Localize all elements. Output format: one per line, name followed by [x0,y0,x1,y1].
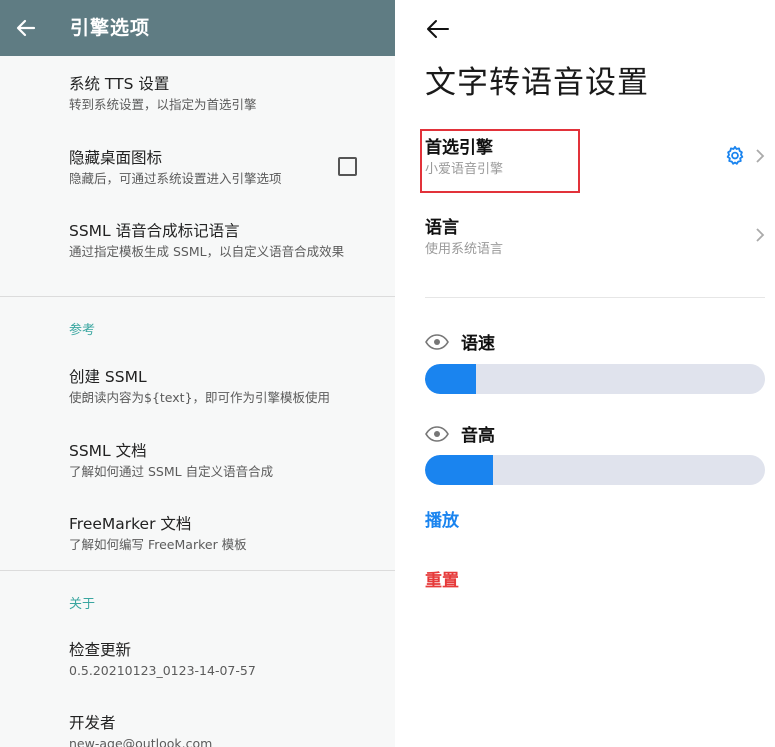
divider [0,570,395,571]
item-subtitle: 使朗读内容为${text}，即可作为引擎模板使用 [69,390,331,405]
list-item-developer[interactable]: 开发者 new-age@outlook.com [69,712,379,747]
highlight-box [420,129,580,193]
item-title: FreeMarker 文档 [69,515,192,533]
list-item-ssml[interactable]: SSML 语音合成标记语言 通过指定模板生成 SSML，以自定义语音合成效果 [69,220,379,261]
chevron-right-icon [755,227,765,243]
item-title: 创建 SSML [69,368,147,386]
speech-rate-label-row: 语速 [425,329,495,354]
page-title: 文字转语音设置 [425,65,649,101]
pitch-fill [425,455,493,485]
reset-button[interactable]: 重置 [425,566,459,591]
divider [0,296,395,297]
item-title: SSML 文档 [69,442,147,460]
speech-rate-fill [425,364,476,394]
pitch-label: 音高 [461,426,495,446]
eye-icon[interactable] [425,333,449,350]
item-title: 隐藏桌面图标 [69,149,163,167]
gear-icon[interactable] [724,145,746,167]
item-subtitle: 隐藏后，可通过系统设置进入引擎选项 [69,171,282,186]
list-item-check-update[interactable]: 检查更新 0.5.20210123_0123-14-07-57 [69,639,379,680]
list-item-system-tts[interactable]: 系统 TTS 设置 转到系统设置，以指定为首选引擎 [69,73,379,114]
hide-icon-checkbox[interactable] [338,157,357,176]
app-bar: 引擎选项 [0,0,395,56]
back-arrow-icon[interactable] [425,17,451,41]
divider [425,297,765,298]
item-title: SSML 语音合成标记语言 [69,222,240,240]
page-title: 引擎选项 [70,17,151,39]
section-header-about: 关于 [69,597,96,612]
list-item-freemarker-docs[interactable]: FreeMarker 文档 了解如何编写 FreeMarker 模板 [69,513,379,554]
list-item-hide-icon[interactable]: 隐藏桌面图标 隐藏后，可通过系统设置进入引擎选项 [69,147,329,188]
item-subtitle: 了解如何通过 SSML 自定义语音合成 [69,464,274,479]
list-item-ssml-docs[interactable]: SSML 文档 了解如何通过 SSML 自定义语音合成 [69,440,379,481]
engine-options-screen: 引擎选项 系统 TTS 设置 转到系统设置，以指定为首选引擎 隐藏桌面图标 隐藏… [0,0,395,747]
pitch-label-row: 音高 [425,421,495,446]
language-value: 使用系统语言 [425,242,504,257]
item-subtitle: 通过指定模板生成 SSML，以自定义语音合成效果 [69,244,345,259]
item-title: 开发者 [69,714,116,732]
tts-settings-screen: 文字转语音设置 首选引擎 小爱语音引擎 语言 使用系统语言 语速 音高 播放 重… [395,0,775,747]
section-header-reference: 参考 [69,323,96,338]
item-title: 系统 TTS 设置 [69,75,170,93]
back-arrow-icon[interactable] [14,16,38,40]
speech-rate-slider[interactable] [425,364,765,394]
eye-icon[interactable] [425,425,449,442]
item-subtitle: 0.5.20210123_0123-14-07-57 [69,663,256,678]
item-subtitle: new-age@outlook.com [69,736,213,747]
item-subtitle: 转到系统设置，以指定为首选引擎 [69,97,257,112]
speech-rate-label: 语速 [461,334,495,354]
item-title: 检查更新 [69,641,132,659]
chevron-right-icon [755,148,765,164]
language-title: 语言 [425,218,459,238]
play-button[interactable]: 播放 [425,506,459,531]
list-item-create-ssml[interactable]: 创建 SSML 使朗读内容为${text}，即可作为引擎模板使用 [69,366,379,407]
language-row[interactable]: 语言 使用系统语言 [425,216,503,259]
pitch-slider[interactable] [425,455,765,485]
item-subtitle: 了解如何编写 FreeMarker 模板 [69,537,247,552]
